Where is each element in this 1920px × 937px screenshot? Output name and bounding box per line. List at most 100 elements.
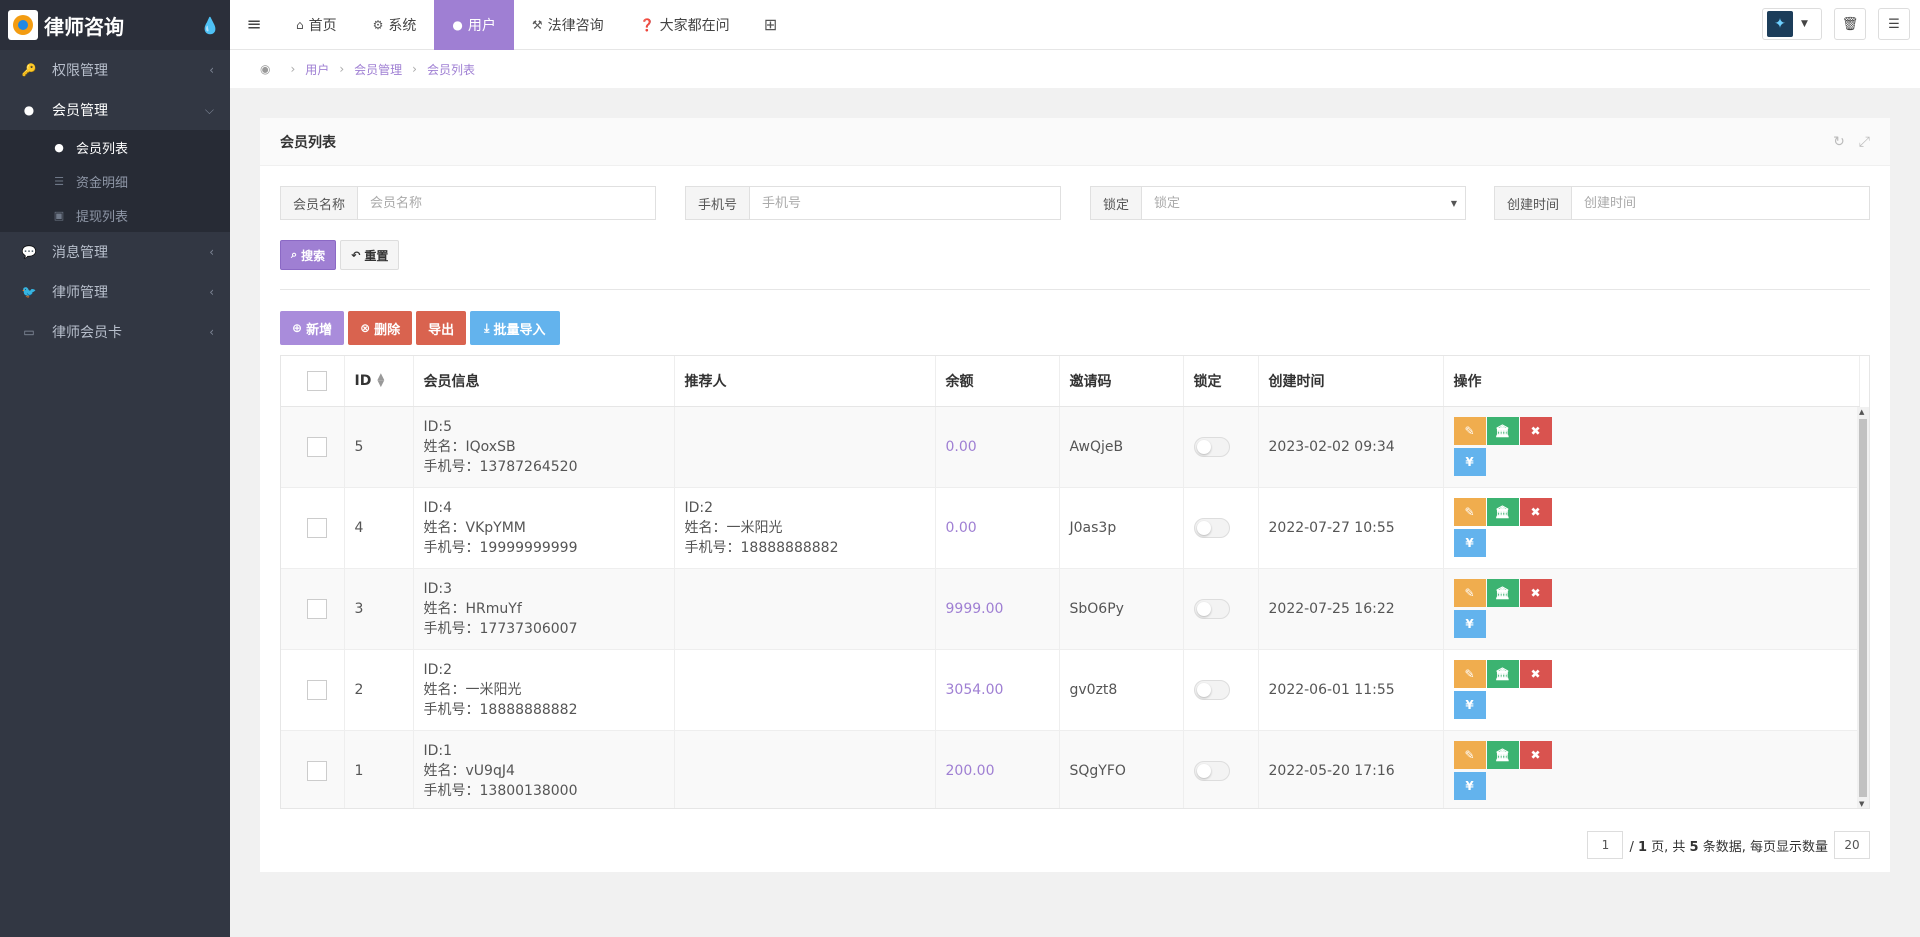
lock-toggle[interactable]	[1193, 679, 1230, 700]
row-checkbox[interactable]	[307, 760, 327, 781]
batch-import-button[interactable]: ⤓ 批量导入	[470, 311, 560, 345]
row-invite-code: AwQjeB	[1059, 406, 1184, 488]
list-icon: ☰	[54, 174, 64, 188]
delete-row-button[interactable]: ✖	[1519, 579, 1552, 607]
lock-toggle[interactable]	[1193, 436, 1230, 457]
member-info-line: 姓名：IQoxSB	[423, 438, 516, 455]
key-icon: 🔑	[21, 63, 37, 77]
avatar: ✦	[1767, 11, 1793, 37]
page-size-input[interactable]: 20	[1834, 831, 1870, 859]
delete-row-button[interactable]: ✖	[1519, 660, 1552, 688]
sidebar-item-members[interactable]: ● 会员管理 ⌵	[0, 90, 230, 130]
select-all-checkbox[interactable]	[307, 370, 327, 391]
member-name-input[interactable]	[358, 187, 655, 219]
bank-button[interactable]: 🏛	[1486, 498, 1519, 526]
pencil-icon: ✎	[1464, 748, 1475, 762]
recharge-button[interactable]: ¥	[1453, 448, 1486, 476]
lock-toggle[interactable]	[1193, 598, 1230, 619]
sidebar-item-withdraw-list[interactable]: ▣ 提现列表	[0, 198, 230, 232]
tab-system[interactable]: ⚙ 系统	[355, 0, 435, 50]
settings-panel-button[interactable]: ☰	[1878, 8, 1910, 40]
toolbar: ⊕ 新增 ⊗ 删除 导出 ⤓ 批量导入	[280, 311, 560, 345]
filter-label: 创建时间	[1495, 187, 1573, 219]
yen-icon: ¥	[1465, 617, 1474, 631]
clear-cache-button[interactable]: 🗑	[1834, 8, 1866, 40]
row-checkbox[interactable]	[307, 517, 327, 538]
scroll-down-icon: ▼	[1859, 800, 1865, 808]
recharge-button[interactable]: ¥	[1453, 529, 1486, 557]
created-time-input[interactable]	[1572, 187, 1869, 219]
recharge-button[interactable]: ¥	[1453, 610, 1486, 638]
lock-toggle[interactable]	[1193, 517, 1230, 538]
delete-button[interactable]: ⊗ 删除	[348, 311, 413, 345]
refresh-icon[interactable]: ↻	[1833, 134, 1845, 150]
tab-faq[interactable]: ❓ 大家都在问	[622, 0, 748, 50]
user-menu[interactable]: ✦ ▼	[1762, 8, 1822, 40]
recharge-button[interactable]: ¥	[1453, 691, 1486, 719]
reset-button[interactable]: ↶ 重置	[340, 240, 400, 270]
table-scrollbar[interactable]: ▲ ▼	[1857, 407, 1869, 808]
sidebar-item-permissions[interactable]: 🔑 权限管理 ‹	[0, 50, 230, 90]
sidebar-item-messages[interactable]: 💬 消息管理 ‹	[0, 232, 230, 272]
chevron-left-icon: ‹	[209, 245, 214, 259]
row-select-cell	[281, 406, 345, 488]
question-icon: ❓	[639, 17, 655, 32]
sidebar-item-member-list[interactable]: ● 会员列表	[0, 130, 230, 164]
bank-button[interactable]: 🏛	[1486, 660, 1519, 688]
row-checkbox[interactable]	[307, 679, 327, 700]
breadcrumb-link-members[interactable]: 会员管理	[354, 61, 402, 78]
sidebar-item-lawyer-card[interactable]: ▭ 律师会员卡 ‹	[0, 312, 230, 352]
scrollbar-thumb[interactable]	[1859, 419, 1867, 797]
bank-button[interactable]: 🏛	[1486, 741, 1519, 769]
money-icon: ▣	[53, 208, 65, 222]
edit-button[interactable]: ✎	[1453, 579, 1486, 607]
fullscreen-icon[interactable]: ⤢	[1859, 134, 1870, 150]
pencil-icon: ✎	[1464, 505, 1475, 519]
reset-button-label: 重置	[364, 248, 389, 263]
add-button[interactable]: ⊕ 新增	[280, 311, 345, 345]
breadcrumb-link-member-list[interactable]: 会员列表	[427, 61, 475, 78]
tab-label: 用户	[467, 17, 496, 34]
edit-button[interactable]: ✎	[1453, 741, 1486, 769]
tab-users[interactable]: ● 用户	[434, 0, 514, 50]
export-button[interactable]: 导出	[416, 311, 467, 345]
yen-icon: ¥	[1465, 536, 1474, 550]
search-button[interactable]: ⌕ 搜索	[280, 240, 337, 270]
lock-toggle[interactable]	[1193, 760, 1230, 781]
row-action-buttons: ✎ 🏛 ✖ ¥	[1453, 660, 1859, 719]
delete-row-button[interactable]: ✖	[1519, 741, 1552, 769]
twitter-icon: 🐦	[21, 285, 37, 299]
phone-input[interactable]	[750, 187, 1060, 219]
row-action-buttons: ✎ 🏛 ✖ ¥	[1453, 741, 1859, 800]
theme-drop-icon[interactable]: 💧	[190, 16, 230, 35]
menu-toggle-icon[interactable]: ≡	[230, 0, 278, 50]
row-checkbox[interactable]	[307, 598, 327, 619]
edit-button[interactable]: ✎	[1453, 498, 1486, 526]
tab-home[interactable]: ⌂ 首页	[278, 0, 355, 50]
row-checkbox[interactable]	[307, 436, 327, 457]
row-balance: 200.00	[935, 730, 1060, 808]
grid-icon[interactable]: ⊞	[748, 0, 794, 50]
row-operations: ✎ 🏛 ✖ ¥	[1443, 730, 1860, 808]
sidebar-item-lawyers[interactable]: 🐦 律师管理 ‹	[0, 272, 230, 312]
row-created-time: 2022-06-01 11:55	[1258, 649, 1444, 731]
edit-button[interactable]: ✎	[1453, 660, 1486, 688]
row-invite-code: SQgYFO	[1059, 730, 1184, 808]
member-info-line: 手机号：19999999999	[423, 539, 578, 556]
recharge-button[interactable]: ¥	[1453, 772, 1486, 800]
sidebar-item-fund-details[interactable]: ☰ 资金明细	[0, 164, 230, 198]
row-balance: 3054.00	[935, 649, 1060, 731]
breadcrumb-link-users[interactable]: 用户	[305, 61, 329, 78]
sidebar-submenu-members: ● 会员列表 ☰ 资金明细 ▣ 提现列表	[0, 130, 230, 232]
row-balance: 9999.00	[935, 568, 1060, 650]
page-input[interactable]: 1	[1587, 831, 1624, 859]
locked-select[interactable]	[1142, 187, 1465, 219]
delete-row-button[interactable]: ✖	[1519, 417, 1552, 445]
logo	[8, 10, 38, 40]
bank-button[interactable]: 🏛	[1486, 417, 1519, 445]
edit-button[interactable]: ✎	[1453, 417, 1486, 445]
delete-row-button[interactable]: ✖	[1519, 498, 1552, 526]
tab-legal-consult[interactable]: ⚒ 法律咨询	[514, 0, 622, 50]
bank-button[interactable]: 🏛	[1486, 579, 1519, 607]
col-id[interactable]: ID ▲ ▼	[344, 356, 414, 407]
